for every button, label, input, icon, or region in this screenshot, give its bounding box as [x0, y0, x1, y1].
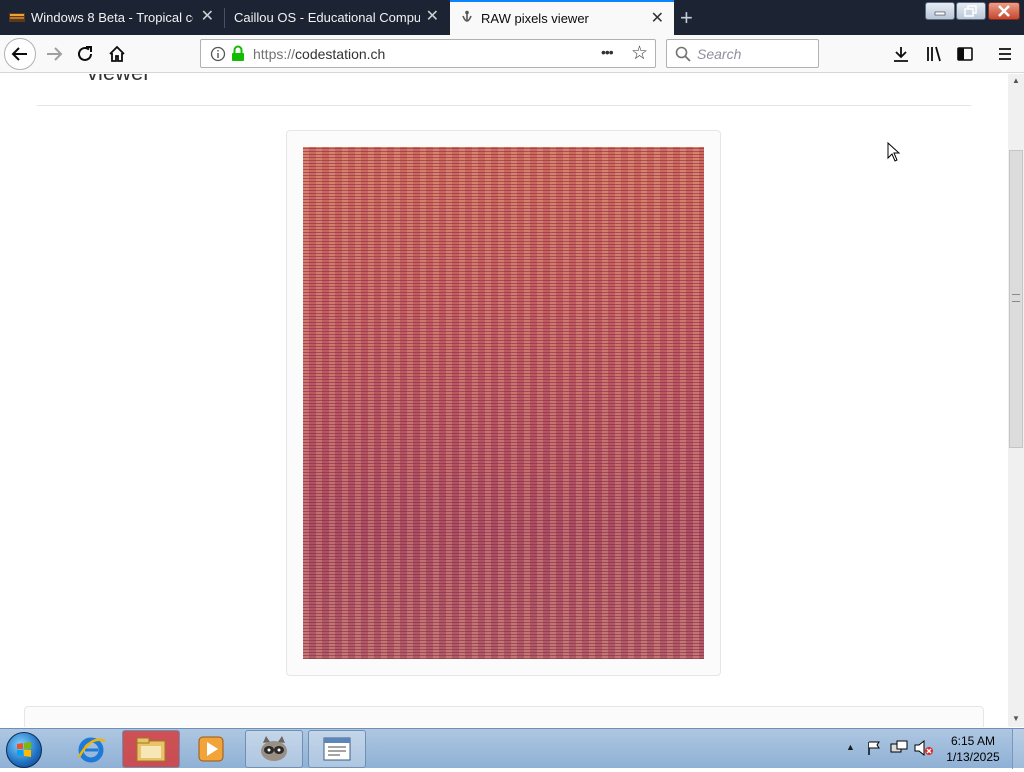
scroll-up-arrow-icon[interactable]: ▲: [1012, 76, 1020, 85]
back-button[interactable]: [4, 38, 36, 70]
show-desktop-button[interactable]: [1012, 729, 1024, 769]
close-icon[interactable]: ✕: [201, 9, 214, 25]
divider: [37, 105, 971, 106]
firefox-raccoon-icon[interactable]: [245, 730, 303, 768]
search-input[interactable]: Search: [697, 46, 741, 62]
back-arrow-icon: [11, 47, 27, 61]
image-frame: [286, 130, 721, 676]
navigation-toolbar: https://codestation.ch ••• ☆ Search: [0, 35, 1024, 73]
scroll-thumb[interactable]: [1009, 150, 1023, 448]
volume-muted-icon[interactable]: [914, 739, 934, 761]
tab-strip: Windows 8 Beta - Tropical coa ✕ Caillou …: [0, 0, 1024, 35]
library-icon: [927, 46, 941, 62]
downloads-button[interactable]: [886, 39, 916, 69]
tab-label: Caillou OS - Educational Computin: [234, 10, 420, 25]
hamburger-menu-icon: [999, 48, 1011, 60]
show-hidden-icons-button[interactable]: ▲: [846, 742, 855, 752]
reload-button[interactable]: [70, 39, 100, 69]
new-tab-button[interactable]: +: [680, 5, 693, 31]
winworld-icon: [9, 10, 25, 24]
page-title: viewer: [87, 74, 151, 86]
tab-label: Windows 8 Beta - Tropical coa: [31, 10, 193, 25]
notepad-window-icon[interactable]: [308, 730, 366, 768]
search-icon: [675, 46, 691, 67]
mouse-cursor-icon: [887, 141, 901, 167]
close-icon[interactable]: ✕: [426, 9, 439, 25]
info-icon[interactable]: [210, 46, 226, 67]
minimize-button[interactable]: [925, 2, 955, 20]
url-bar[interactable]: https://codestation.ch ••• ☆: [200, 39, 656, 68]
taskbar-clock[interactable]: 6:15 AM 1/13/2025: [938, 733, 1008, 765]
file-explorer-icon[interactable]: [122, 730, 180, 768]
grip-icon: [1012, 294, 1020, 302]
clock-date: 1/13/2025: [946, 750, 1000, 764]
tab-windows8-beta[interactable]: Windows 8 Beta - Tropical coa ✕: [0, 0, 224, 35]
vertical-scrollbar[interactable]: ▲ ▼: [1008, 74, 1024, 727]
network-icon[interactable]: [890, 740, 908, 761]
taskbar: ▲ 6:15 AM 1/13/2025: [0, 728, 1024, 769]
forward-button[interactable]: [39, 39, 69, 69]
tab-raw-pixels-viewer[interactable]: RAW pixels viewer ✕: [450, 0, 674, 35]
home-button[interactable]: [102, 39, 132, 69]
clock-time: 6:15 AM: [950, 734, 996, 748]
internet-explorer-icon[interactable]: [62, 730, 120, 768]
sidebar-icon: [957, 47, 973, 61]
reload-icon: [78, 46, 92, 61]
menu-button[interactable]: [990, 39, 1020, 69]
codestation-icon: [459, 10, 475, 26]
lock-icon[interactable]: [231, 45, 245, 67]
start-button[interactable]: [6, 732, 42, 768]
page-actions-button[interactable]: •••: [601, 44, 614, 60]
tab-caillou-os[interactable]: Caillou OS - Educational Computin ✕: [225, 0, 449, 35]
close-window-button[interactable]: [988, 2, 1020, 20]
sidebar-button[interactable]: [950, 39, 980, 69]
url-host: codestation.ch: [295, 46, 386, 62]
raw-pixels-image: [303, 147, 704, 659]
forward-arrow-icon: [47, 47, 63, 61]
media-player-icon[interactable]: [182, 730, 240, 768]
tab-label: RAW pixels viewer: [481, 11, 589, 26]
bookmark-star-icon[interactable]: ☆: [631, 42, 648, 65]
page-content: viewer: [0, 74, 1008, 727]
windows-logo-icon: [17, 742, 31, 757]
url-text[interactable]: https://codestation.ch: [253, 46, 385, 62]
scroll-down-arrow-icon[interactable]: ▼: [1012, 714, 1020, 723]
content-panel: [24, 706, 984, 727]
restore-button[interactable]: [956, 2, 986, 20]
url-scheme: https://: [253, 46, 296, 62]
action-center-flag-icon[interactable]: [866, 740, 882, 761]
home-icon: [109, 45, 125, 62]
close-icon[interactable]: ✕: [651, 11, 664, 27]
search-bar[interactable]: Search: [666, 39, 819, 68]
download-icon: [894, 47, 908, 62]
library-button[interactable]: [919, 39, 949, 69]
